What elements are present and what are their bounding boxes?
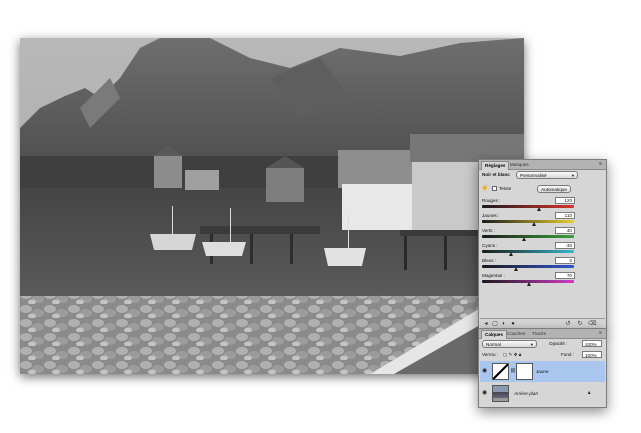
slider-label: Cyans : xyxy=(482,243,498,248)
slider-label: Bleus : xyxy=(482,258,497,263)
slider-value-field[interactable]: -30 xyxy=(555,242,575,249)
adjustments-panel: Réglages Masques ≡ Noir et blanc Personn… xyxy=(478,159,607,331)
slider-track[interactable] xyxy=(482,205,574,208)
slider-track[interactable] xyxy=(482,235,574,238)
background-layer-thumb xyxy=(492,385,509,402)
refresh-icon[interactable]: ↻ xyxy=(576,320,584,328)
slider-track[interactable] xyxy=(482,220,574,223)
slider-label: Magentas : xyxy=(482,273,505,278)
slider-value-field[interactable]: 40 xyxy=(555,227,575,234)
layers-panel: Calques Couches Tracés ≡ Normal ▾ Opacit… xyxy=(478,328,607,408)
slider-value-field[interactable]: 70 xyxy=(555,272,575,279)
fill-label: Fond : xyxy=(561,352,575,357)
eye-icon[interactable]: ◉ xyxy=(482,368,489,374)
opacity-field[interactable]: 100% xyxy=(582,340,602,347)
slider-label: Rouges : xyxy=(482,198,501,203)
layer-name: Jaune xyxy=(536,369,549,374)
close-icon[interactable]: ≡ xyxy=(597,161,604,168)
layers-tabbar: Calques Couches Tracés ≡ xyxy=(479,329,606,339)
adjustment-layer-thumb xyxy=(492,363,509,380)
tint-checkbox[interactable] xyxy=(492,186,497,191)
lock-icon[interactable]: ▢ ✎ ✥ 🔒︎ xyxy=(503,352,521,358)
layer-row-jaune[interactable]: ◉ ⛓ Jaune xyxy=(480,361,605,382)
mask-thumb xyxy=(516,363,533,380)
blend-mode-select[interactable]: Normal ▾ xyxy=(482,340,537,348)
document-image xyxy=(20,38,524,374)
lock-icon: 🔒︎ xyxy=(588,390,591,395)
hand-adjust-icon[interactable]: ☝ xyxy=(481,184,489,192)
slider-thumb[interactable] xyxy=(536,207,541,211)
preset-select[interactable]: Personnalisé ▾ xyxy=(516,171,578,179)
slider-value-field[interactable]: 110 xyxy=(555,212,575,219)
slider-thumb[interactable] xyxy=(521,237,526,241)
adjustments-tabbar: Réglages Masques ≡ xyxy=(479,160,606,170)
expand-icon[interactable]: ▢ xyxy=(491,320,499,328)
opacity-label: Opacité : xyxy=(549,341,568,346)
slider-thumb[interactable] xyxy=(513,267,518,271)
back-icon[interactable]: ◂ xyxy=(482,320,490,328)
trash-icon[interactable]: ⌫ xyxy=(588,320,596,328)
tab-paths[interactable]: Tracés xyxy=(529,330,549,338)
layer-name: Arrière-plan xyxy=(514,391,538,396)
lock-label: Verrou : xyxy=(482,352,499,357)
tab-layers[interactable]: Calques xyxy=(481,330,507,339)
tab-adjustments[interactable]: Réglages xyxy=(481,161,510,170)
slider-label: Jaunes : xyxy=(482,213,500,218)
chevron-down-icon: ▾ xyxy=(571,173,574,178)
slider-value-field[interactable]: 0 xyxy=(555,257,575,264)
slider-label: Verts : xyxy=(482,228,496,233)
chevron-down-icon: ▾ xyxy=(530,342,533,347)
layer-row-background[interactable]: ◉ Arrière-plan 🔒︎ xyxy=(480,383,605,404)
slider-thumb[interactable] xyxy=(508,252,513,256)
tint-label: Teinte xyxy=(499,186,512,191)
preset-value: Personnalisé xyxy=(520,173,547,178)
slider-track[interactable] xyxy=(482,265,574,268)
tab-masks[interactable]: Masques xyxy=(507,161,532,169)
eye-icon[interactable]: ◉ xyxy=(482,390,489,396)
slider-thumb[interactable] xyxy=(527,282,532,286)
slider-track[interactable] xyxy=(482,250,574,253)
slider-value-field[interactable]: 120 xyxy=(555,197,575,204)
chain-icon: ⛓ xyxy=(510,368,516,373)
adjustment-title: Noir et blanc xyxy=(482,172,510,177)
clip-icon[interactable]: ◐ xyxy=(500,320,508,328)
blend-mode-value: Normal xyxy=(486,342,501,347)
eye-icon[interactable]: ● xyxy=(509,320,517,328)
reset-icon[interactable]: ↺ xyxy=(564,320,572,328)
auto-button[interactable]: Automatique xyxy=(537,185,571,193)
tab-channels[interactable]: Couches xyxy=(504,330,528,338)
fill-field[interactable]: 100% xyxy=(582,351,602,358)
panel-menu-icon[interactable]: ≡ xyxy=(597,330,604,337)
slider-thumb[interactable] xyxy=(531,222,536,226)
